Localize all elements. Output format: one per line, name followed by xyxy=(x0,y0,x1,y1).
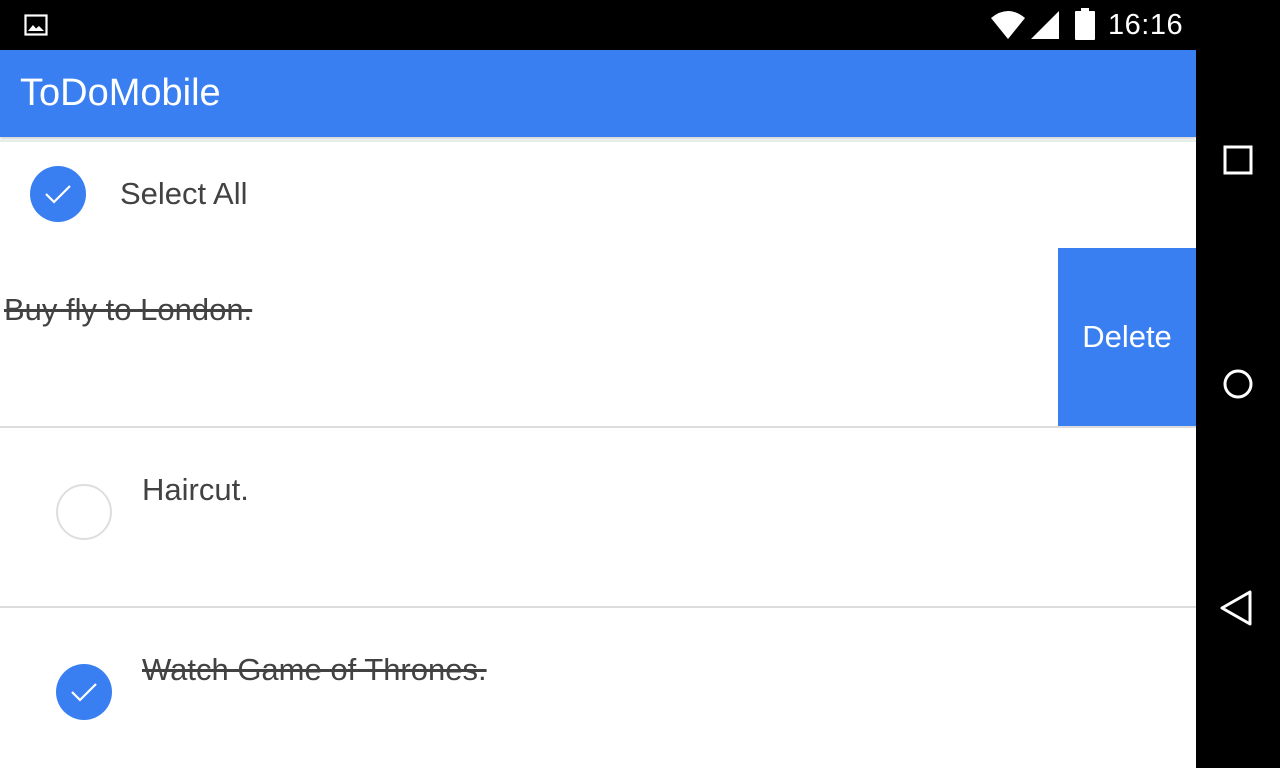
select-all-row[interactable]: Select All xyxy=(0,140,1196,250)
item-checkbox[interactable] xyxy=(56,664,112,720)
status-clock: 16:16 xyxy=(1108,9,1184,41)
list-item-text: Buy fly to London. xyxy=(4,292,253,327)
checkmark-icon xyxy=(71,683,97,702)
checkmark-icon xyxy=(45,185,71,204)
battery-icon xyxy=(1075,8,1095,40)
delete-button-label: Delete xyxy=(1082,319,1172,354)
app-bar: ToDoMobile xyxy=(0,50,1196,137)
list-item-text: Haircut. xyxy=(142,472,249,507)
home-icon[interactable] xyxy=(1214,360,1262,408)
item-checkbox[interactable] xyxy=(56,484,112,540)
select-all-checkbox[interactable] xyxy=(30,166,86,222)
wifi-icon xyxy=(991,11,1025,39)
delete-button[interactable]: Delete xyxy=(1058,248,1196,426)
app-title: ToDoMobile xyxy=(20,72,221,114)
navigation-bar xyxy=(1196,0,1280,768)
status-bar: 16:16 xyxy=(0,0,1196,50)
list-item-text: Watch Game of Thrones. xyxy=(142,652,487,687)
signal-icon xyxy=(1031,11,1059,39)
list-item[interactable]: Haircut. xyxy=(0,428,1196,608)
select-all-label: Select All xyxy=(120,176,248,211)
gallery-icon xyxy=(24,14,48,36)
app-screen: 16:16 ToDoMobile Select All Buy fly to L… xyxy=(0,0,1196,768)
back-icon[interactable] xyxy=(1214,584,1262,632)
list-item[interactable]: Buy fly to London. Delete xyxy=(0,248,1196,428)
recents-icon[interactable] xyxy=(1214,136,1262,184)
list-item[interactable]: Watch Game of Thrones. xyxy=(0,608,1196,768)
